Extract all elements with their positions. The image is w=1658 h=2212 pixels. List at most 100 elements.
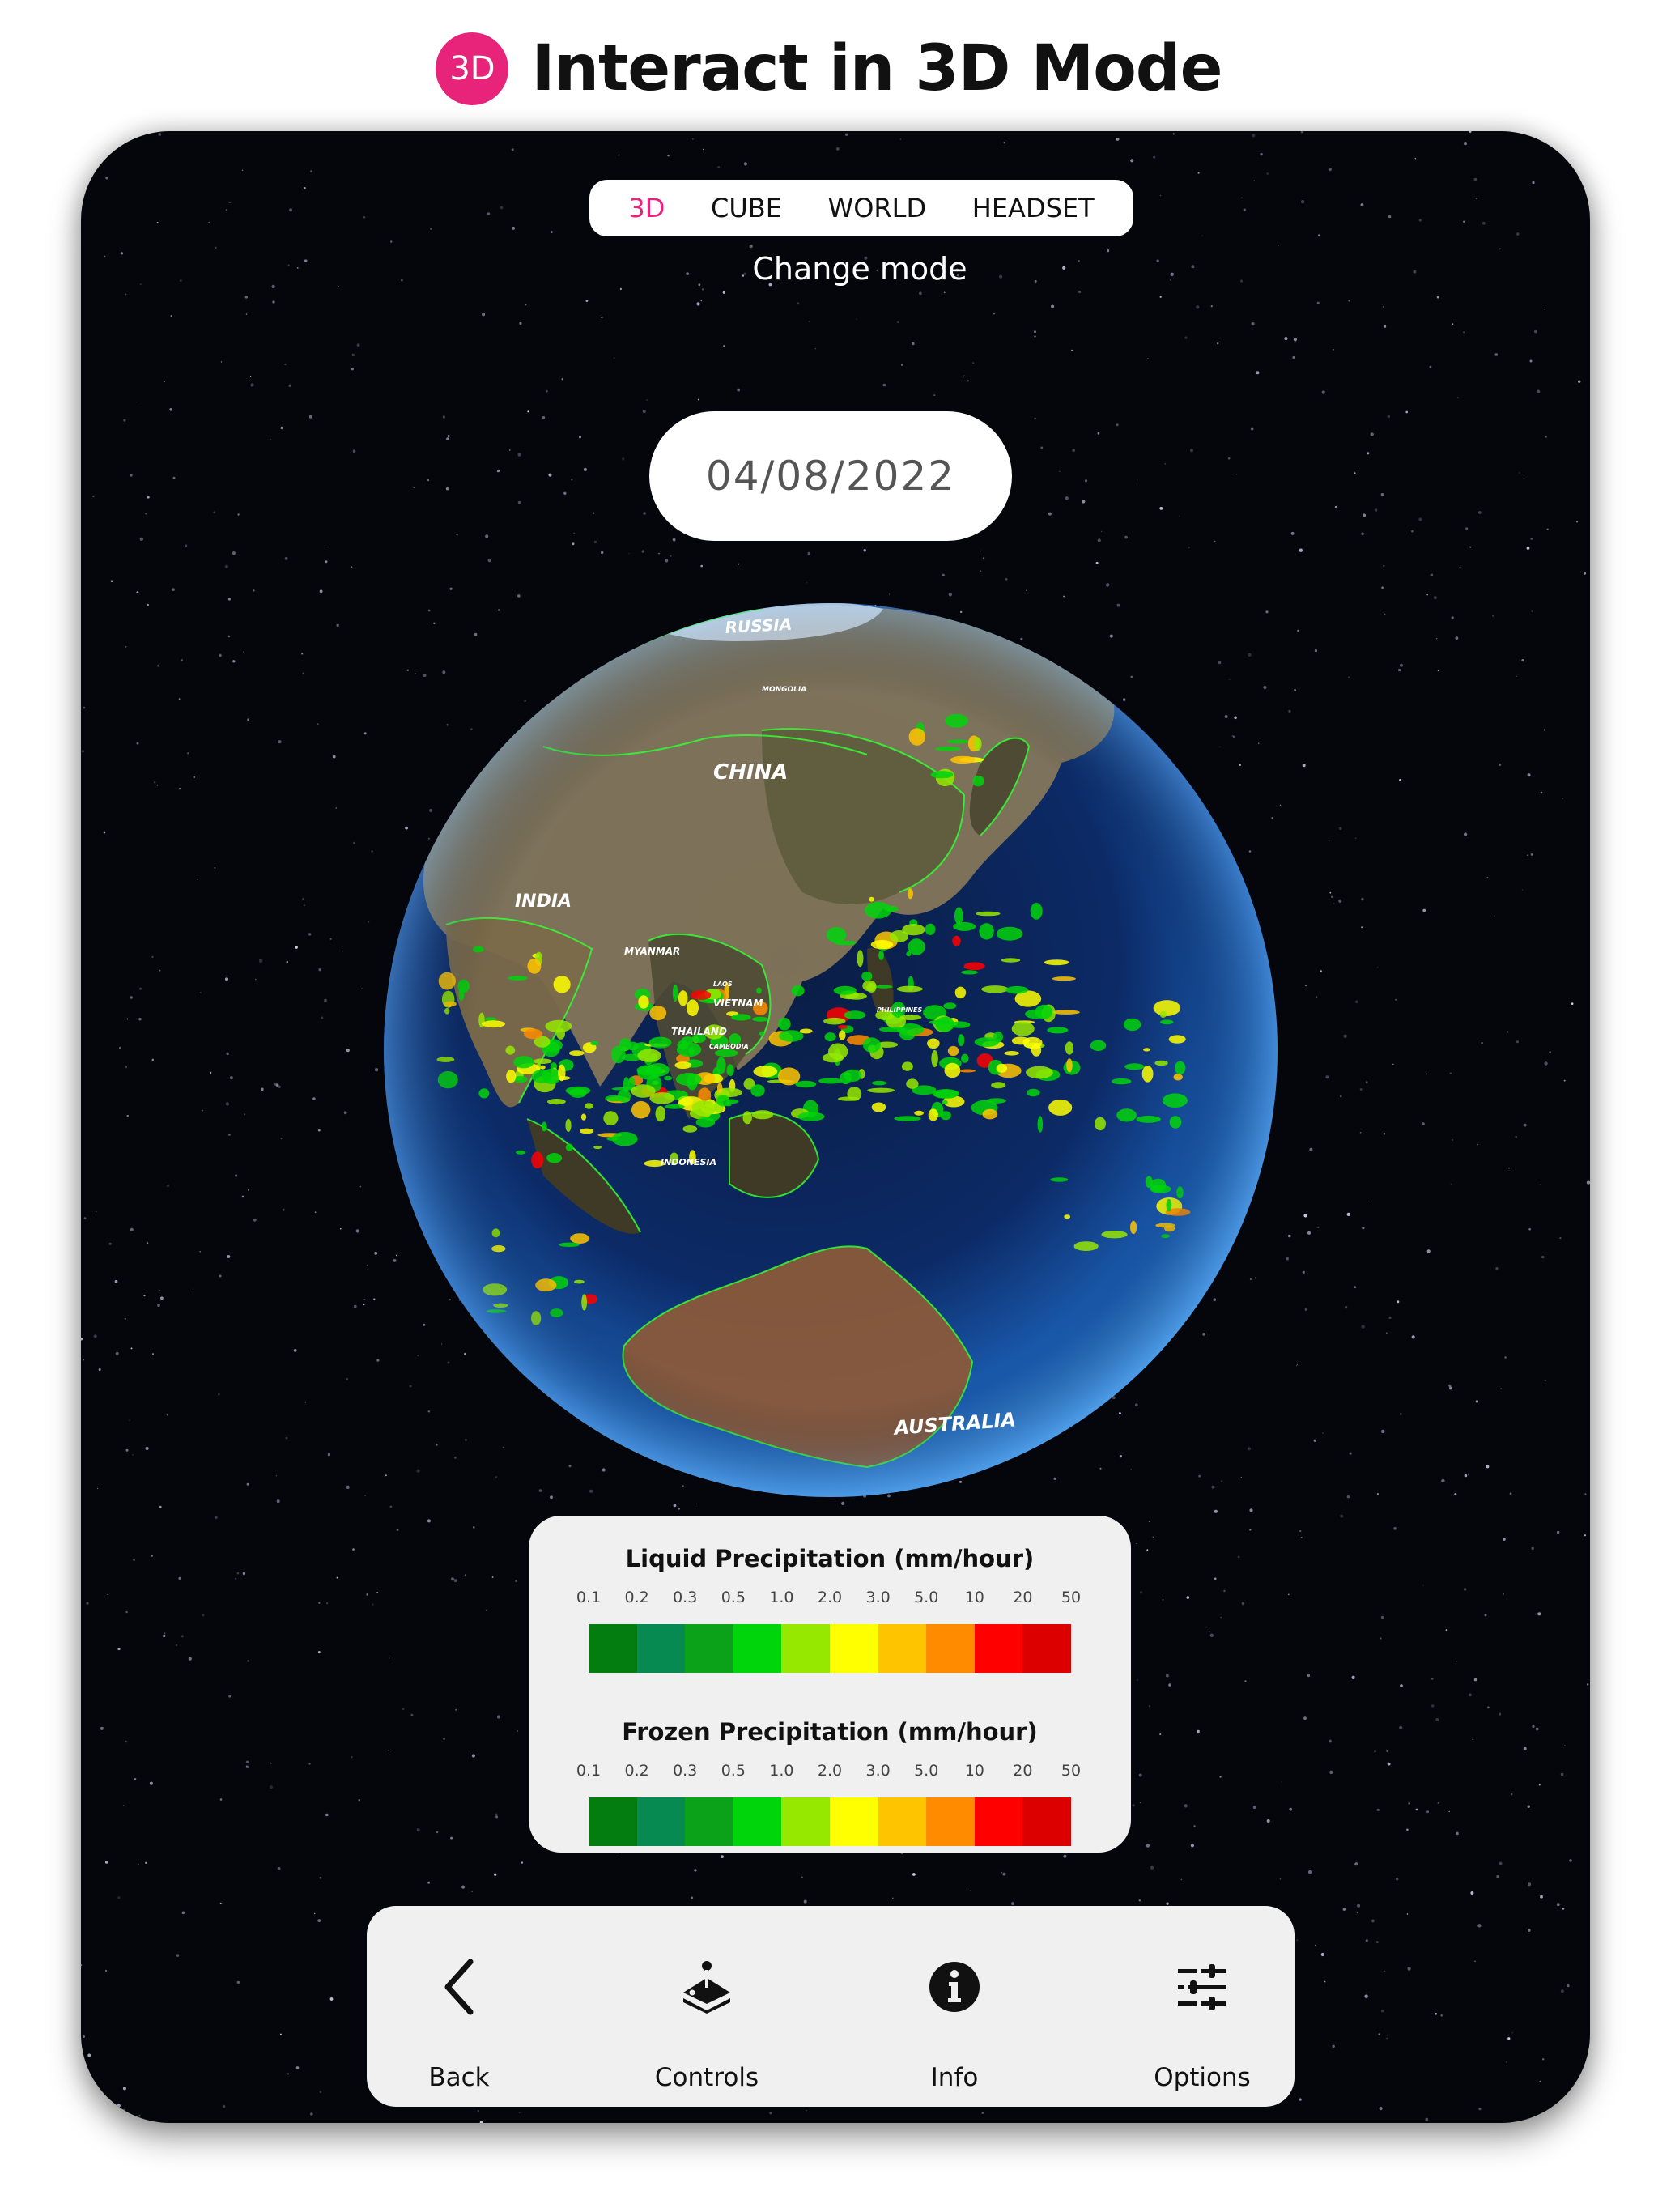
star [1386, 1332, 1388, 1334]
star [691, 1896, 694, 1899]
frozen-color-swatch [926, 1797, 975, 1846]
star [358, 1799, 360, 1802]
mode-tab-world[interactable]: WORLD [820, 188, 935, 228]
star [1139, 1591, 1142, 1594]
star [261, 1087, 264, 1091]
frozen-tick-label: 20 [1013, 1762, 1033, 1780]
star [517, 500, 521, 504]
star [310, 170, 313, 173]
mode-tab-cube[interactable]: CUBE [703, 188, 790, 228]
star [410, 1713, 414, 1716]
star [219, 653, 222, 657]
star [86, 142, 89, 145]
star [1362, 1227, 1365, 1230]
star [1278, 245, 1279, 247]
star [1002, 1872, 1006, 1876]
star [456, 534, 458, 536]
star [482, 313, 486, 317]
star [1393, 1527, 1397, 1530]
liquid-color-swatch [733, 1624, 782, 1673]
star [1097, 538, 1101, 542]
star [1467, 1473, 1469, 1475]
star [287, 2073, 290, 2075]
star [218, 1393, 220, 1396]
star [228, 1134, 231, 1136]
star [282, 1208, 285, 1211]
star [269, 1785, 274, 1789]
star [1498, 1712, 1502, 1716]
star [87, 2053, 91, 2057]
star [302, 672, 304, 674]
star [81, 750, 84, 753]
star [1383, 1133, 1386, 1135]
star [1217, 342, 1219, 345]
star [1184, 336, 1188, 339]
star [1241, 197, 1243, 199]
star [289, 208, 293, 212]
star [247, 1660, 249, 1662]
star [572, 542, 575, 546]
frozen-legend: Frozen Precipitation (mm/hour) 0.1 0.2 0.3… [529, 1718, 1131, 1846]
star [641, 550, 645, 553]
star [1243, 208, 1246, 211]
liquid-color-swatch [974, 1624, 1023, 1673]
star [743, 162, 748, 166]
star [241, 1195, 244, 1198]
star [227, 1255, 231, 1258]
star [808, 321, 810, 322]
earth-globe[interactable]: RUSSIA CHINA INDIA MONGOLIA MYANMAR LAOS… [381, 601, 1280, 1499]
star [352, 449, 356, 453]
globe-label-thailand: THAILAND [671, 1026, 727, 1037]
star [279, 2033, 282, 2035]
star [121, 2117, 124, 2121]
star [1071, 349, 1073, 351]
date-display[interactable]: 04/08/2022 [649, 411, 1012, 541]
star [1136, 479, 1138, 481]
star [1292, 355, 1295, 359]
mode-tab-headset[interactable]: HEADSET [964, 188, 1103, 228]
star [255, 978, 257, 981]
mode-tab-3d[interactable]: 3D [620, 188, 673, 228]
star [643, 512, 646, 515]
star [280, 1138, 283, 1140]
star [1241, 1602, 1245, 1606]
info-button[interactable]: Info [898, 1906, 1011, 2107]
frozen-color-swatch [685, 1797, 733, 1846]
star [1148, 1705, 1150, 1707]
star [187, 752, 189, 755]
star [1463, 1588, 1467, 1591]
star [901, 364, 903, 366]
star [1539, 2080, 1541, 2082]
star [1313, 1439, 1317, 1443]
back-button[interactable]: Back [402, 1906, 516, 2107]
star [342, 950, 343, 952]
page-title: Interact in 3D Mode [531, 32, 1222, 105]
star [1418, 219, 1422, 222]
star [1559, 1236, 1562, 1240]
star [1147, 358, 1149, 359]
star [1334, 505, 1337, 509]
star [314, 1211, 317, 1214]
star [1082, 500, 1086, 504]
star [550, 231, 553, 233]
star [722, 291, 725, 294]
star [1459, 567, 1461, 568]
star [232, 551, 236, 555]
star [1392, 1063, 1394, 1066]
star [1299, 1529, 1302, 1533]
star [250, 383, 254, 387]
star [1376, 967, 1379, 968]
star [1528, 1227, 1531, 1231]
star [1318, 234, 1320, 236]
controls-button[interactable]: Controls [650, 1906, 763, 2107]
liquid-legend-title: Liquid Precipitation (mm/hour) [625, 1545, 1035, 1572]
star [1360, 203, 1364, 206]
star [1252, 134, 1256, 138]
star [1355, 837, 1357, 839]
star [1455, 636, 1459, 640]
star [110, 580, 113, 582]
liquid-tick-label: 0.2 [624, 1589, 649, 1606]
star [1436, 638, 1438, 640]
options-button[interactable]: Options [1146, 1906, 1259, 2107]
star [1209, 1633, 1214, 1638]
